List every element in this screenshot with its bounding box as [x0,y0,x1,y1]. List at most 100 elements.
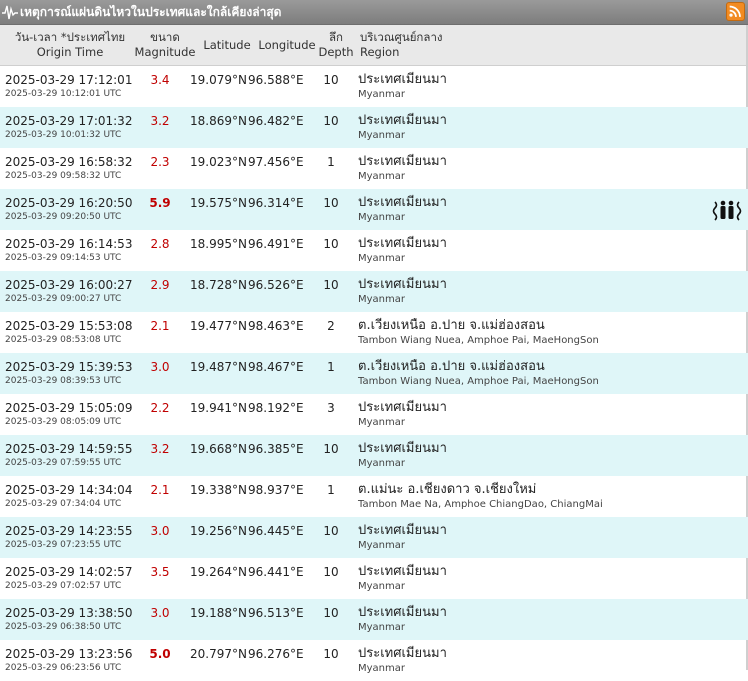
magnitude-cell: 3.4 [150,73,170,87]
table-row[interactable]: 2025-03-29 15:39:53 2025-03-29 08:39:53 U… [0,353,748,394]
latitude-cell: 18.728°N [190,278,247,292]
local-time: 2025-03-29 13:38:50 [5,606,133,620]
utc-time: 2025-03-29 08:05:09 UTC [5,417,122,427]
utc-time: 2025-03-29 08:39:53 UTC [5,376,122,386]
magnitude-cell: 2.9 [150,278,170,292]
magnitude-cell: 5.0 [149,647,171,661]
region-cell[interactable]: ประเทศเมียนมา Myanmar [352,189,447,230]
depth-cell: 10 [323,73,339,87]
region-cell[interactable]: ประเทศเมียนมา Myanmar [352,435,447,476]
region-thai[interactable]: ประเทศเมียนมา [358,646,447,662]
local-time: 2025-03-29 15:39:53 [5,360,133,374]
origin-time-cell: 2025-03-29 15:05:09 2025-03-29 08:05:09 U… [0,394,132,435]
table-row[interactable]: 2025-03-29 14:59:55 2025-03-29 07:59:55 U… [0,435,748,476]
region-english: Myanmar [358,212,405,223]
latitude-cell: 19.338°N [190,483,247,497]
utc-time: 2025-03-29 07:59:55 UTC [5,458,122,468]
column-header-longitude[interactable]: Longitude [256,25,318,65]
table-row[interactable]: 2025-03-29 15:53:08 2025-03-29 08:53:08 U… [0,312,748,353]
utc-time: 2025-03-29 07:23:55 UTC [5,540,122,550]
region-english: Myanmar [358,89,405,100]
column-header-latitude[interactable]: Latitude [198,25,256,65]
local-time: 2025-03-29 17:12:01 [5,73,133,87]
depth-cell: 10 [323,196,339,210]
origin-time-cell: 2025-03-29 14:34:04 2025-03-29 07:34:04 U… [0,476,132,517]
region-cell[interactable]: ประเทศเมียนมา Myanmar [352,107,447,148]
region-thai[interactable]: ประเทศเมียนมา [358,72,447,88]
depth-cell: 3 [327,401,335,415]
region-thai[interactable]: ประเทศเมียนมา [358,441,447,457]
region-cell[interactable]: ประเทศเมียนมา Myanmar [352,148,447,189]
longitude-cell: 98.937°E [248,483,304,497]
region-thai[interactable]: ประเทศเมียนมา [358,113,447,129]
region-cell[interactable]: ประเทศเมียนมา Myanmar [352,394,447,435]
depth-cell: 10 [323,606,339,620]
region-thai[interactable]: ประเทศเมียนมา [358,236,447,252]
region-thai[interactable]: ต.เวียงเหนือ อ.ปาย จ.แม่ฮ่องสอน [358,318,599,334]
local-time: 2025-03-29 16:00:27 [5,278,133,292]
region-thai[interactable]: ประเทศเมียนมา [358,400,447,416]
seismic-wave-icon [2,5,18,20]
table-row[interactable]: 2025-03-29 16:58:32 2025-03-29 09:58:32 U… [0,148,748,189]
table-row[interactable]: 2025-03-29 17:12:01 2025-03-29 10:12:01 U… [0,66,748,107]
region-english: Tambon Mae Na, Amphoe ChiangDao, ChiangM… [358,499,603,510]
longitude-cell: 96.445°E [248,524,304,538]
table-row[interactable]: 2025-03-29 13:38:50 2025-03-29 06:38:50 U… [0,599,748,640]
region-thai[interactable]: ประเทศเมียนมา [358,605,447,621]
column-header-magnitude[interactable]: ขนาด Magnitude [132,25,198,65]
table-row[interactable]: 2025-03-29 16:20:50 2025-03-29 09:20:50 U… [0,189,748,230]
column-header-depth[interactable]: ลึก Depth [318,25,354,65]
utc-time: 2025-03-29 09:00:27 UTC [5,294,122,304]
table-header: วัน-เวลา *ประเทศไทย Origin Time ขนาด Mag… [0,25,748,66]
longitude-cell: 96.314°E [248,196,304,210]
table-row[interactable]: 2025-03-29 14:02:57 2025-03-29 07:02:57 U… [0,558,748,599]
region-cell[interactable]: ประเทศเมียนมา Myanmar [352,230,447,271]
region-thai[interactable]: ประเทศเมียนมา [358,195,447,211]
region-cell[interactable]: ประเทศเมียนมา Myanmar [352,271,447,312]
region-cell[interactable]: ประเทศเมียนมา Myanmar [352,66,447,107]
table-row[interactable]: 2025-03-29 16:00:27 2025-03-29 09:00:27 U… [0,271,748,312]
latitude-cell: 19.079°N [190,73,247,87]
latitude-cell: 18.869°N [190,114,247,128]
title-bar: เหตุการณ์แผ่นดินไหวในประเทศและใกล้เคียงล… [0,0,748,25]
region-thai[interactable]: ต.เวียงเหนือ อ.ปาย จ.แม่ฮ่องสอน [358,359,599,375]
latitude-cell: 20.797°N [190,647,247,661]
region-cell[interactable]: ประเทศเมียนมา Myanmar [352,640,447,681]
local-time: 2025-03-29 14:23:55 [5,524,133,538]
region-cell[interactable]: ต.เวียงเหนือ อ.ปาย จ.แม่ฮ่องสอน Tambon Wi… [352,353,599,394]
local-time: 2025-03-29 16:20:50 [5,196,133,210]
latitude-cell: 19.941°N [190,401,247,415]
table-row[interactable]: 2025-03-29 13:23:56 2025-03-29 06:23:56 U… [0,640,748,681]
earthquake-table: 2025-03-29 17:12:01 2025-03-29 10:12:01 U… [0,66,748,681]
table-row[interactable]: 2025-03-29 14:23:55 2025-03-29 07:23:55 U… [0,517,748,558]
local-time: 2025-03-29 15:53:08 [5,319,133,333]
table-row[interactable]: 2025-03-29 17:01:32 2025-03-29 10:01:32 U… [0,107,748,148]
magnitude-cell: 2.1 [150,483,170,497]
local-time: 2025-03-29 14:02:57 [5,565,133,579]
region-cell[interactable]: ต.เวียงเหนือ อ.ปาย จ.แม่ฮ่องสอน Tambon Wi… [352,312,599,353]
depth-cell: 2 [327,319,335,333]
utc-time: 2025-03-29 07:02:57 UTC [5,581,122,591]
region-cell[interactable]: ประเทศเมียนมา Myanmar [352,517,447,558]
longitude-cell: 96.276°E [248,647,304,661]
felt-report-icon[interactable] [712,199,742,221]
region-english: Tambon Wiang Nuea, Amphoe Pai, MaeHongSo… [358,335,599,346]
table-row[interactable]: 2025-03-29 16:14:53 2025-03-29 09:14:53 U… [0,230,748,271]
table-row[interactable]: 2025-03-29 14:34:04 2025-03-29 07:34:04 U… [0,476,748,517]
region-thai[interactable]: ประเทศเมียนมา [358,277,447,293]
region-cell[interactable]: ต.แม่นะ อ.เชียงดาว จ.เชียงใหม่ Tambon Mae… [352,476,603,517]
region-thai[interactable]: ประเทศเมียนมา [358,523,447,539]
region-cell[interactable]: ประเทศเมียนมา Myanmar [352,558,447,599]
utc-time: 2025-03-29 09:20:50 UTC [5,212,122,222]
region-thai[interactable]: ประเทศเมียนมา [358,564,447,580]
rss-icon[interactable] [726,2,745,21]
region-thai[interactable]: ประเทศเมียนมา [358,154,447,170]
magnitude-cell: 3.2 [150,114,170,128]
table-row[interactable]: 2025-03-29 15:05:09 2025-03-29 08:05:09 U… [0,394,748,435]
region-cell[interactable]: ประเทศเมียนมา Myanmar [352,599,447,640]
region-thai[interactable]: ต.แม่นะ อ.เชียงดาว จ.เชียงใหม่ [358,482,603,498]
column-header-region[interactable]: บริเวณศูนย์กลาง Region [354,25,443,65]
latitude-cell: 19.575°N [190,196,247,210]
depth-cell: 10 [323,565,339,579]
column-header-time[interactable]: วัน-เวลา *ประเทศไทย Origin Time [0,25,132,65]
